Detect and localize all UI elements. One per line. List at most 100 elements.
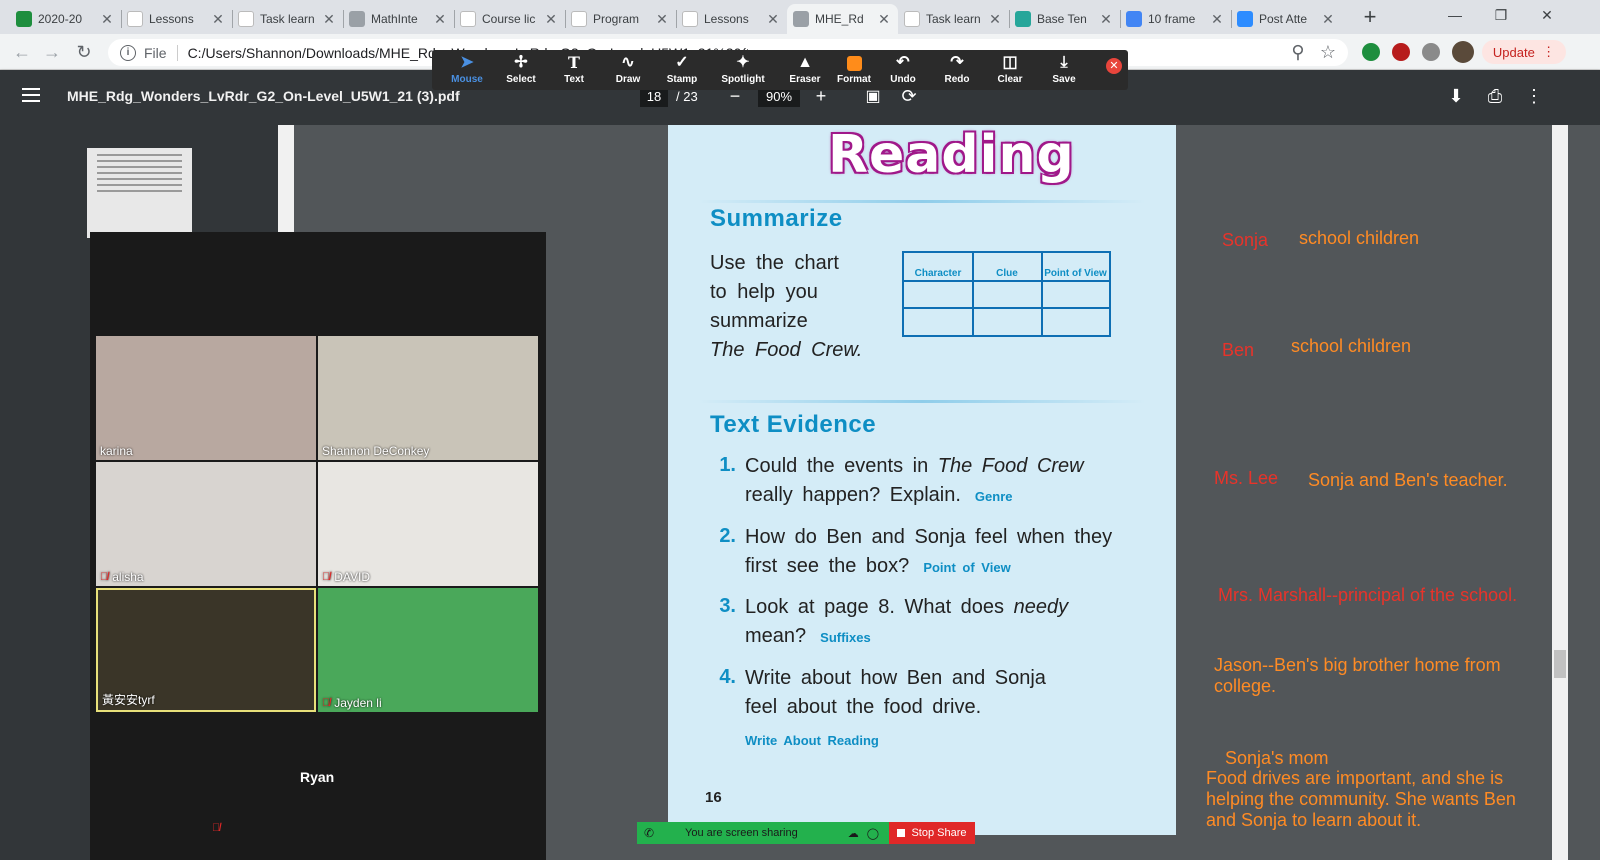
tab-close-icon[interactable]: ✕ (1320, 11, 1336, 28)
tab-label: MHE_Rd (815, 12, 864, 26)
tab-close-icon[interactable]: ✕ (876, 11, 892, 28)
redo-tool[interactable]: ↷ Redo (930, 52, 984, 88)
print-icon[interactable]: ⎙ (1484, 86, 1506, 107)
close-window-button[interactable]: ✕ (1524, 0, 1570, 30)
chart-row-line (904, 307, 1109, 309)
tab-close-icon[interactable]: ✕ (654, 11, 670, 28)
tab-favicon-icon (1015, 11, 1031, 27)
participant-ryan[interactable]: Ryan (300, 769, 334, 785)
text-icon: T (568, 53, 580, 72)
more-icon[interactable]: ⋮ (1523, 86, 1545, 107)
back-icon[interactable]: ← (10, 40, 34, 64)
tab-8[interactable]: MHE_Rd ✕ (787, 4, 898, 34)
zoom-input[interactable]: 90% (758, 87, 800, 107)
ublock-icon[interactable] (1392, 43, 1410, 61)
mouse-tool[interactable]: ➤ Mouse (440, 52, 494, 88)
zoom-icon[interactable]: ⚲ (1286, 40, 1310, 64)
page-number-input[interactable]: 18 (640, 87, 668, 107)
tab-9[interactable]: Task learn ✕ (898, 4, 1009, 34)
tab-12[interactable]: Post Atte ✕ (1231, 4, 1342, 34)
tool-label: Clear (997, 74, 1023, 85)
tab-3[interactable]: Task learn ✕ (232, 4, 343, 34)
tab-close-icon[interactable]: ✕ (987, 11, 1003, 28)
download-icon[interactable]: ⬇ (1445, 86, 1467, 107)
tab-5[interactable]: Course lic ✕ (454, 4, 565, 34)
text-tool[interactable]: T Text (547, 52, 601, 88)
undo-tool[interactable]: ↶ Undo (876, 52, 930, 88)
restore-button[interactable]: ❐ (1478, 0, 1524, 30)
participant-name: alisha (112, 570, 144, 584)
forward-icon[interactable]: → (40, 40, 64, 64)
tab-label: MathInte (371, 12, 418, 26)
extension-icon[interactable] (1362, 43, 1380, 61)
sidebar-scrollbar[interactable] (278, 125, 294, 233)
tab-close-icon[interactable]: ✕ (765, 11, 781, 28)
eraser-tool[interactable]: ▲ Eraser (778, 52, 832, 88)
muted-mic-icon: 🎙̸ (212, 822, 221, 834)
tool-label: Undo (890, 74, 916, 85)
squiggle-icon: ∿ (621, 54, 635, 71)
tab-1[interactable]: 2020-20 ✕ (10, 4, 121, 34)
tool-label: Mouse (451, 74, 483, 85)
undo-icon: ↶ (896, 54, 910, 71)
color-swatch-icon (827, 52, 881, 74)
new-tab-button[interactable]: + (1356, 5, 1384, 31)
note-text: Mrs. Marshall--principal of the school. (1218, 585, 1518, 605)
menu-icon[interactable] (22, 88, 40, 102)
stop-share-button[interactable]: Stop Share (889, 822, 975, 844)
tab-favicon-icon (793, 11, 809, 27)
format-tool[interactable]: Format (827, 52, 881, 88)
tab-2[interactable]: Lessons ✕ (121, 4, 232, 34)
participant-tile[interactable]: 🎙̸ Jayden li (318, 588, 538, 712)
reload-icon[interactable]: ↻ (72, 40, 96, 64)
participant-name: 黃安安tyrf (102, 693, 155, 707)
tab-close-icon[interactable]: ✕ (210, 11, 226, 28)
participant-tile[interactable]: Shannon DeConkey (318, 336, 538, 460)
participant-tile[interactable]: 🎙̸ DAVID (318, 462, 538, 586)
question-number: 1. (719, 454, 736, 476)
minimize-button[interactable]: — (1432, 0, 1478, 30)
tab-close-icon[interactable]: ✕ (321, 11, 337, 28)
wand-icon: ✦ (736, 54, 750, 71)
clear-tool[interactable]: ◫ Clear (983, 52, 1037, 88)
question-number: 4. (719, 666, 736, 688)
tab-10[interactable]: Base Ten ✕ (1009, 4, 1120, 34)
tab-close-icon[interactable]: ✕ (1209, 11, 1225, 28)
puzzle-icon[interactable] (1422, 43, 1440, 61)
tab-favicon-icon (682, 11, 698, 27)
divider (698, 200, 1146, 203)
note-text: Sonja's mom (1225, 748, 1329, 768)
save-tool[interactable]: ⤓ Save (1037, 52, 1091, 88)
avatar[interactable] (1452, 41, 1474, 63)
tab-7[interactable]: Lessons ✕ (676, 4, 787, 34)
tab-4[interactable]: MathInte ✕ (343, 4, 454, 34)
close-icon[interactable]: ✕ (1106, 58, 1122, 74)
bookmark-star-icon[interactable]: ☆ (1316, 40, 1340, 64)
chart-col-line (1041, 253, 1043, 335)
scrollbar-thumb[interactable] (1554, 650, 1566, 678)
tab-close-icon[interactable]: ✕ (99, 11, 115, 28)
page-thumbnail[interactable] (87, 148, 192, 238)
stamp-tool[interactable]: ✓ Stamp (655, 52, 709, 88)
tab-close-icon[interactable]: ✕ (1098, 11, 1114, 28)
question-tag: Suffixes (820, 630, 871, 645)
update-button[interactable]: Update ⋮ (1482, 40, 1566, 64)
tab-strip: 2020-20 ✕ Lessons ✕ Task learn ✕ MathInte ✕ Cour… (0, 0, 1600, 34)
tab-favicon-icon (127, 11, 143, 27)
tab-close-icon[interactable]: ✕ (432, 11, 448, 28)
thumbnail-line (97, 160, 182, 162)
participant-tile[interactable]: 黃安安tyrf (96, 588, 316, 712)
tab-close-icon[interactable]: ✕ (543, 11, 559, 28)
tab-11[interactable]: 10 frame ✕ (1120, 4, 1231, 34)
tab-6[interactable]: Program ✕ (565, 4, 676, 34)
page-scrollbar[interactable] (1552, 125, 1568, 860)
info-icon[interactable]: i (120, 44, 136, 61)
thumbnail-line (97, 184, 182, 186)
draw-tool[interactable]: ∿ Draw (601, 52, 655, 88)
select-tool[interactable]: ✢ Select (494, 52, 548, 88)
participant-tile[interactable]: 🎙̸ alisha (96, 462, 316, 586)
participant-tile[interactable]: karina (96, 336, 316, 460)
spotlight-tool[interactable]: ✦ Spotlight (716, 52, 770, 88)
tab-favicon-icon (571, 11, 587, 27)
question-tag: Genre (974, 489, 1013, 504)
